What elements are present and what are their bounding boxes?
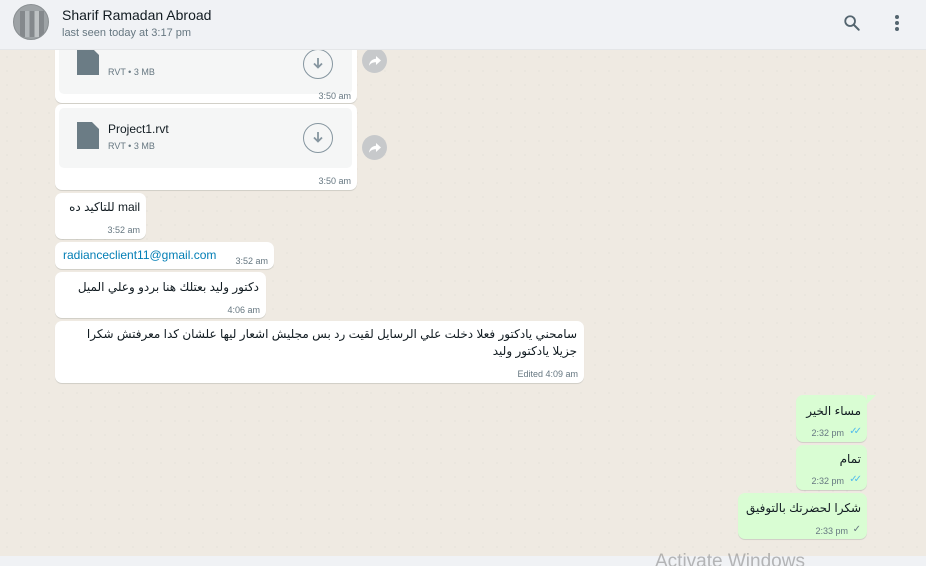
file-message[interactable]: Project1.rvt RVT • 3 MB 3:50 am bbox=[55, 104, 357, 190]
message-time: 2:32 pm bbox=[811, 428, 844, 438]
incoming-message[interactable]: دكتور وليد بعتلك هنا بردو وعلي الميل 4:0… bbox=[55, 272, 266, 318]
outgoing-message[interactable]: تمام 2:32 pm ✓✓ bbox=[796, 445, 867, 490]
file-name: Project1.rvt bbox=[108, 122, 169, 136]
message-text: مساء الخير bbox=[806, 404, 861, 418]
avatar[interactable] bbox=[13, 4, 49, 40]
more-vertical-icon bbox=[895, 15, 899, 31]
download-icon bbox=[313, 58, 323, 69]
file-icon bbox=[77, 122, 99, 149]
incoming-message[interactable]: radianceclient11@gmail.com 3:52 am bbox=[55, 242, 274, 269]
chat-messages-area[interactable]: RVT • 3 MB 3:50 am Project1.rvt RVT • 3 … bbox=[0, 50, 926, 556]
forward-button[interactable] bbox=[362, 50, 387, 73]
message-text: تمام bbox=[839, 452, 861, 466]
forward-icon bbox=[368, 55, 381, 66]
chat-header: Sharif Ramadan Abroad last seen today at… bbox=[0, 0, 926, 50]
incoming-message[interactable]: mail للتاكيد ده 3:52 am bbox=[55, 193, 146, 239]
contact-name[interactable]: Sharif Ramadan Abroad bbox=[62, 7, 211, 23]
sent-receipt-icon: ✓ bbox=[852, 524, 861, 535]
activate-windows-watermark: Activate Windows bbox=[655, 551, 805, 566]
message-time: 3:52 am bbox=[235, 256, 268, 266]
search-button[interactable] bbox=[839, 10, 865, 36]
message-text: سامحني يادكتور فعلا دخلت علي الرسايل لقي… bbox=[86, 327, 577, 358]
message-time: 4:06 am bbox=[227, 305, 260, 315]
outgoing-message[interactable]: شكرا لحضرتك بالتوفيق 2:33 pm ✓ bbox=[738, 493, 867, 539]
download-button[interactable] bbox=[303, 123, 333, 153]
file-icon bbox=[77, 50, 99, 75]
forward-icon bbox=[368, 142, 381, 153]
file-meta: RVT • 3 MB bbox=[108, 141, 155, 151]
menu-button[interactable] bbox=[884, 10, 910, 36]
message-time: 3:50 am bbox=[318, 91, 351, 101]
file-message[interactable]: RVT • 3 MB 3:50 am bbox=[55, 50, 357, 103]
file-meta: RVT • 3 MB bbox=[108, 67, 155, 77]
message-text: دكتور وليد بعتلك هنا بردو وعلي الميل bbox=[77, 280, 259, 294]
email-link[interactable]: radianceclient11@gmail.com bbox=[63, 248, 216, 262]
file-card[interactable]: RVT • 3 MB bbox=[59, 50, 352, 94]
download-button[interactable] bbox=[303, 50, 333, 79]
outgoing-message[interactable]: مساء الخير 2:32 pm ✓✓ bbox=[796, 395, 867, 442]
message-time: 3:50 am bbox=[318, 176, 351, 186]
read-receipt-icon: ✓✓ bbox=[849, 474, 862, 485]
bubble-tail bbox=[867, 395, 876, 404]
message-text: شكرا لحضرتك بالتوفيق bbox=[745, 501, 861, 515]
last-seen-status: last seen today at 3:17 pm bbox=[62, 27, 192, 39]
download-icon bbox=[313, 132, 323, 143]
search-icon bbox=[844, 15, 860, 31]
file-card[interactable]: Project1.rvt RVT • 3 MB bbox=[59, 108, 352, 168]
message-time: 3:52 am bbox=[107, 225, 140, 235]
message-text: mail للتاكيد ده bbox=[69, 200, 140, 214]
read-receipt-icon: ✓✓ bbox=[849, 426, 862, 437]
message-time: Edited 4:09 am bbox=[517, 369, 578, 379]
message-time: 2:33 pm bbox=[815, 526, 848, 536]
incoming-message[interactable]: سامحني يادكتور فعلا دخلت علي الرسايل لقي… bbox=[55, 321, 584, 383]
forward-button[interactable] bbox=[362, 135, 387, 160]
message-time: 2:32 pm bbox=[811, 476, 844, 486]
